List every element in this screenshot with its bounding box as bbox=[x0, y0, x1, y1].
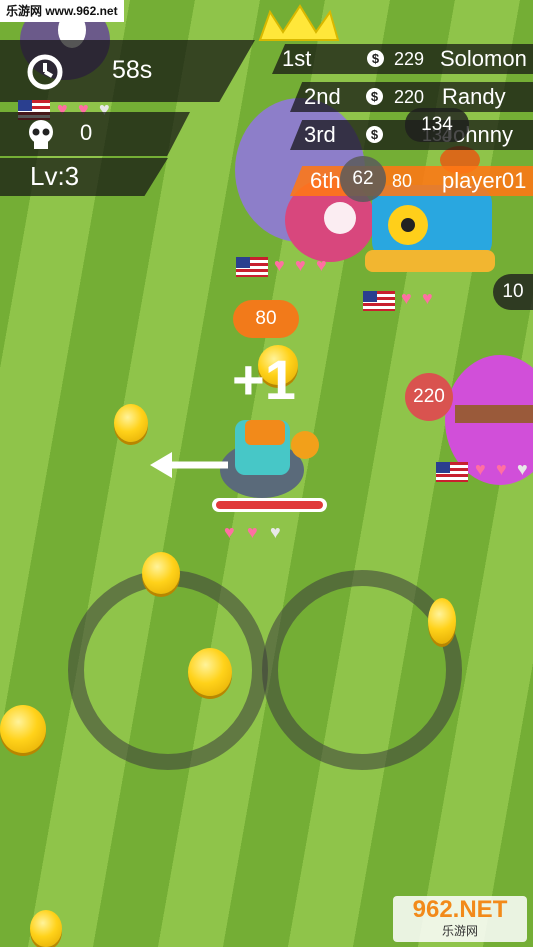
coin bbox=[428, 598, 456, 644]
leaderboard-row-self: 6th 80 player01 bbox=[290, 166, 533, 196]
skull-icon bbox=[29, 120, 53, 149]
level-panel bbox=[0, 158, 168, 196]
leaderboard-name: Solomon bbox=[440, 46, 527, 71]
leaderboard-name: player01 bbox=[442, 168, 527, 193]
heart-icon: ♥ bbox=[496, 459, 507, 479]
leaderboard-rank: 3rd bbox=[304, 122, 336, 147]
level-label: Lv:3 bbox=[30, 161, 80, 191]
watermark-logo: 962.NET bbox=[412, 896, 508, 923]
heart-icon: ♥ bbox=[316, 255, 327, 275]
joystick-ring-left[interactable] bbox=[68, 570, 268, 770]
kills-count: 0 bbox=[80, 120, 93, 145]
clock-icon bbox=[27, 54, 63, 90]
leaderboard-score: 229 bbox=[394, 49, 425, 69]
heart-icon: ♥ bbox=[295, 255, 306, 275]
leaderboard-rank: 6th bbox=[310, 168, 341, 193]
heart-icon: ♥ bbox=[422, 288, 433, 308]
watermark-bottom: 962.NET 乐游网 bbox=[393, 896, 527, 942]
coin bbox=[188, 648, 232, 696]
joystick-ring-right[interactable] bbox=[262, 570, 462, 770]
enemy-score-bubble: 220 bbox=[405, 373, 453, 421]
watermark-top: 乐游网 www.962.net bbox=[0, 0, 124, 22]
player-score-bubble: 80 bbox=[233, 300, 299, 338]
dollar-coin-icon: $ bbox=[366, 88, 383, 105]
enemy-score-bubble: 134 bbox=[405, 108, 469, 142]
leaderboard-row: 2nd $ 220 Randy bbox=[290, 82, 533, 112]
heart-icon: ♥ bbox=[517, 459, 528, 479]
leaderboard-rank: 2nd bbox=[304, 84, 341, 109]
dollar-coin-icon: $ bbox=[367, 50, 384, 67]
heart-icon: ♥ bbox=[224, 522, 235, 542]
coin bbox=[0, 705, 46, 753]
leaderboard-score: 80 bbox=[392, 171, 413, 191]
heart-icon: ♥ bbox=[475, 459, 486, 479]
heart-icon: ♥ bbox=[274, 255, 285, 275]
us-flag-icon bbox=[363, 291, 395, 311]
enemy-score-bubble: 62 bbox=[340, 156, 386, 202]
coin bbox=[142, 552, 180, 594]
dollar-coin-icon: $ bbox=[366, 126, 383, 143]
leaderboard-rank: 1st bbox=[282, 46, 312, 71]
coin bbox=[30, 910, 62, 947]
us-flag-icon bbox=[436, 462, 468, 482]
enemy-score-bubble: 10 bbox=[493, 274, 533, 310]
us-flag-icon bbox=[236, 257, 268, 277]
direction-arrow-icon bbox=[150, 452, 172, 478]
leaderboard-row: 1st $ 229 Solomon bbox=[272, 44, 533, 74]
heart-icon: ♥ bbox=[247, 522, 258, 542]
watermark-sub: 乐游网 bbox=[441, 924, 478, 938]
crown-icon bbox=[258, 4, 340, 41]
heart-icon: ♥ bbox=[401, 288, 412, 308]
coin bbox=[114, 404, 148, 442]
heart-icon: ♥ bbox=[270, 522, 281, 542]
timer-value: 58s bbox=[112, 56, 153, 84]
pickup-text: +1 bbox=[232, 348, 296, 411]
